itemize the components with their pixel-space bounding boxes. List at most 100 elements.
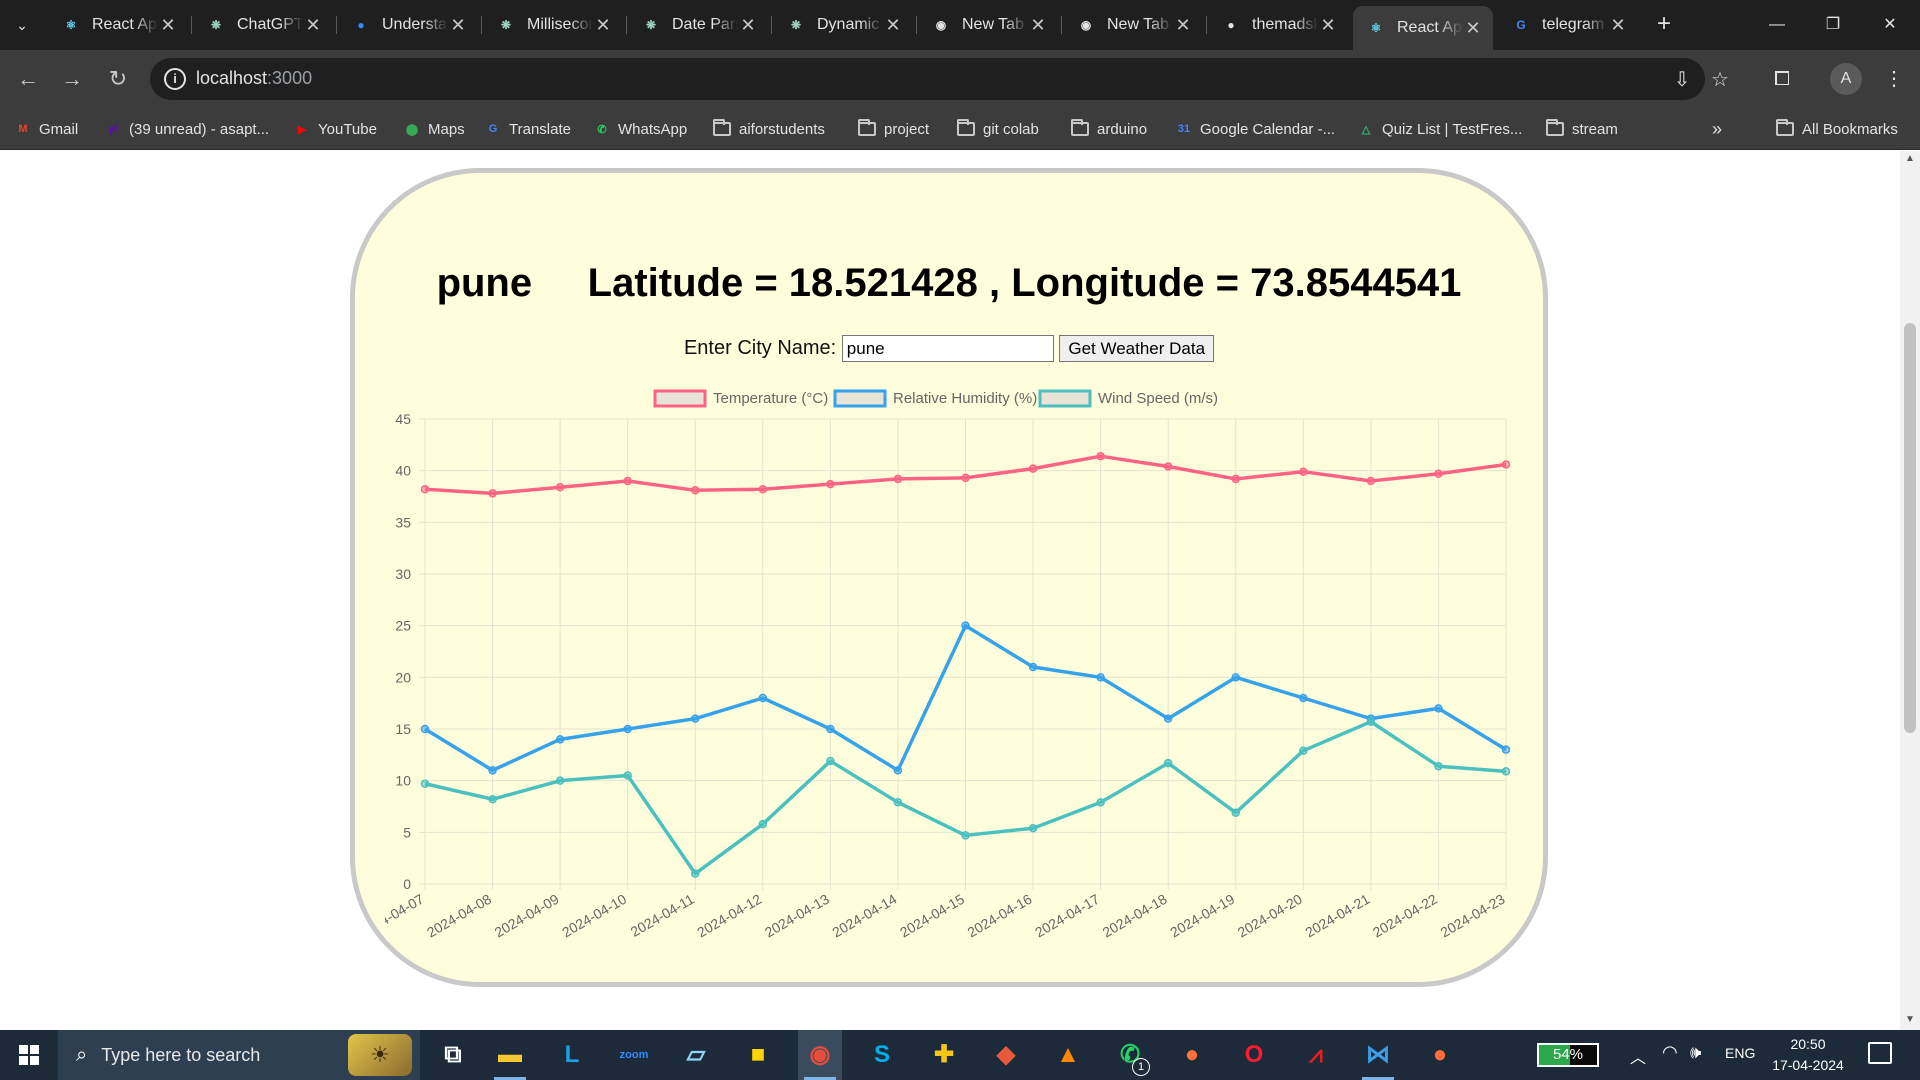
bookmark-item[interactable]: ✆ WhatsApp xyxy=(593,116,687,142)
volume-icon[interactable]: 🕪 xyxy=(1690,1042,1701,1063)
profile-avatar[interactable]: A xyxy=(1830,63,1862,95)
tab-title: New Tab xyxy=(1107,16,1169,33)
vscode-icon[interactable]: ⋈ xyxy=(1356,1030,1400,1080)
browser-tab[interactable]: ● themadskills✕ xyxy=(1208,8,1348,42)
chrome-taskbar-icon[interactable]: ◉ xyxy=(798,1030,842,1080)
tab-close-icon[interactable]: ✕ xyxy=(158,15,178,36)
tab-close-icon[interactable]: ✕ xyxy=(1318,15,1338,36)
data-point xyxy=(1299,467,1308,476)
y-tick-label: 10 xyxy=(395,773,411,789)
bookmark-item[interactable]: aiforstudents xyxy=(713,116,825,142)
browser-tab[interactable]: ⚛ React App✕ xyxy=(48,8,188,42)
bookmark-item[interactable]: △ Quiz List | TestFres... xyxy=(1357,116,1523,142)
more-bookmarks-chevron-icon[interactable]: » xyxy=(1712,116,1722,142)
tab-search-chevron-icon[interactable]: ⌄ xyxy=(10,13,34,37)
address-bar[interactable]: i localhost:3000 ⇩ ☆ xyxy=(150,58,1729,100)
tab-close-icon[interactable]: ✕ xyxy=(1463,18,1483,39)
file-explorer-icon[interactable]: ▬ xyxy=(488,1030,532,1080)
menu-kebab-icon[interactable]: ⋮ xyxy=(1880,65,1908,93)
taskbar-search-box[interactable]: ⌕ Type here to search ☀ xyxy=(58,1030,420,1080)
tab-close-icon[interactable]: ✕ xyxy=(593,15,613,36)
site-info-icon[interactable]: i xyxy=(164,68,186,90)
window-close-icon[interactable]: ✕ xyxy=(1870,10,1910,40)
tab-close-icon[interactable]: ✕ xyxy=(738,15,758,36)
zoom-icon[interactable]: zoom xyxy=(612,1030,656,1080)
bookmark-item[interactable]: ▶ YouTube xyxy=(293,116,377,142)
extensions-puzzle-icon[interactable]: ⧠ xyxy=(1768,65,1796,93)
all-bookmarks[interactable]: All Bookmarks xyxy=(1776,116,1898,142)
google-icon: G xyxy=(1516,18,1526,32)
tab-title: themadskills xyxy=(1252,16,1318,33)
bookmark-item[interactable]: ⬤ Maps xyxy=(403,116,465,142)
browser-tab[interactable]: ● Understanding✕ xyxy=(338,8,478,42)
bookmark-item[interactable]: 31 Google Calendar -... xyxy=(1175,116,1335,142)
notifications-icon[interactable] xyxy=(1868,1042,1892,1064)
data-point xyxy=(961,831,970,840)
data-point xyxy=(488,489,497,498)
opera-icon[interactable]: O xyxy=(1232,1030,1276,1080)
city-input[interactable] xyxy=(841,335,1054,362)
tab-close-icon[interactable]: ✕ xyxy=(1173,15,1193,36)
language-indicator[interactable]: ENG xyxy=(1725,1045,1755,1061)
l-app-icon[interactable]: L xyxy=(550,1030,594,1080)
bookmark-item[interactable]: git colab xyxy=(957,116,1039,142)
browser-tab[interactable]: ⚛ React App✕ xyxy=(1353,6,1493,50)
postman-icon[interactable]: ● xyxy=(1418,1030,1462,1080)
windows-start-icon[interactable] xyxy=(0,1030,58,1080)
bookmark-item[interactable]: y! (39 unread) - asapt... xyxy=(104,116,269,142)
browser-tab[interactable]: ❋ Date Parsing✕ xyxy=(628,8,768,42)
bookmark-item[interactable]: arduino xyxy=(1071,116,1147,142)
show-hidden-icons-chevron-icon[interactable]: ︿ xyxy=(1630,1044,1646,1068)
scroll-up-arrow-icon[interactable]: ▲ xyxy=(1900,153,1920,169)
minimize-icon[interactable]: — xyxy=(1757,10,1797,40)
bookmark-item[interactable]: project xyxy=(858,116,929,142)
bookmark-star-icon[interactable]: ☆ xyxy=(1708,68,1732,92)
tab-close-icon[interactable]: ✕ xyxy=(883,15,903,36)
maps-icon: ⬤ xyxy=(405,123,419,136)
browser-tab[interactable]: ❋ ChatGPT ✕ xyxy=(193,8,333,42)
back-arrow-icon[interactable]: ← xyxy=(14,65,42,93)
forward-arrow-icon[interactable]: → xyxy=(58,65,86,93)
bookmark-item[interactable]: stream xyxy=(1546,116,1618,142)
kiwix-icon[interactable]: ✚ xyxy=(922,1030,966,1080)
battery-indicator[interactable]: 54% xyxy=(1537,1043,1599,1067)
url-text[interactable]: localhost:3000 xyxy=(196,68,312,89)
skype-icon[interactable]: S xyxy=(860,1030,904,1080)
search-magnifier-icon: ⌕ xyxy=(76,1043,88,1066)
browser-tab[interactable]: ◉ New Tab ✕ xyxy=(1063,8,1203,42)
x-tick-label: 2024-04-17 xyxy=(1032,891,1102,938)
firefox-icon[interactable]: ● xyxy=(1170,1030,1214,1080)
whatsapp-taskbar-icon[interactable]: ✆ 1 xyxy=(1108,1030,1152,1080)
data-point xyxy=(1163,714,1173,723)
browser-tab[interactable]: ◉ New Tab ✕ xyxy=(918,8,1058,42)
tab-separator xyxy=(1061,16,1062,34)
acrobat-icon[interactable]: ⩘ xyxy=(1294,1030,1338,1080)
notes-icon[interactable]: ▱ xyxy=(674,1030,718,1080)
new-tab-plus-icon[interactable]: + xyxy=(1650,11,1678,39)
vlc-icon[interactable]: ▲ xyxy=(1046,1030,1090,1080)
wifi-icon[interactable]: ◠ xyxy=(1662,1042,1678,1063)
chrome-icon: ◉ xyxy=(935,18,947,32)
bookmark-item[interactable]: G Translate xyxy=(484,116,571,142)
tab-close-icon[interactable]: ✕ xyxy=(1028,15,1048,36)
restore-icon[interactable]: ❐ xyxy=(1813,10,1853,40)
page-scrollbar[interactable]: ▲ ▼ xyxy=(1900,151,1920,1030)
sticky-notes-icon[interactable]: ■ xyxy=(736,1030,780,1080)
data-point xyxy=(1299,746,1308,755)
scrollbar-thumb[interactable] xyxy=(1904,323,1916,733)
browser-tab[interactable]: ❋ Milliseconds✕ xyxy=(483,8,623,42)
eraser-icon[interactable]: ◆ xyxy=(984,1030,1028,1080)
reload-icon[interactable]: ↻ xyxy=(104,65,132,93)
battery-percent: 54% xyxy=(1552,1046,1584,1063)
scroll-down-arrow-icon[interactable]: ▼ xyxy=(1900,1014,1920,1030)
browser-tab[interactable]: ❋ Dynamic ✕ xyxy=(773,8,913,42)
tab-close-icon[interactable]: ✕ xyxy=(303,15,323,36)
get-weather-button[interactable]: Get Weather Data xyxy=(1059,335,1215,362)
tab-close-icon[interactable]: ✕ xyxy=(448,15,468,36)
tab-close-icon[interactable]: ✕ xyxy=(1608,15,1628,36)
install-app-icon[interactable]: ⇩ xyxy=(1670,68,1694,92)
bookmark-item[interactable]: M Gmail xyxy=(14,116,78,142)
clock[interactable]: 20:50 17-04-2024 xyxy=(1768,1034,1848,1076)
browser-tab[interactable]: Gtelegram ✕ xyxy=(1498,8,1638,42)
task-view-icon[interactable]: ⧉ xyxy=(431,1030,475,1080)
